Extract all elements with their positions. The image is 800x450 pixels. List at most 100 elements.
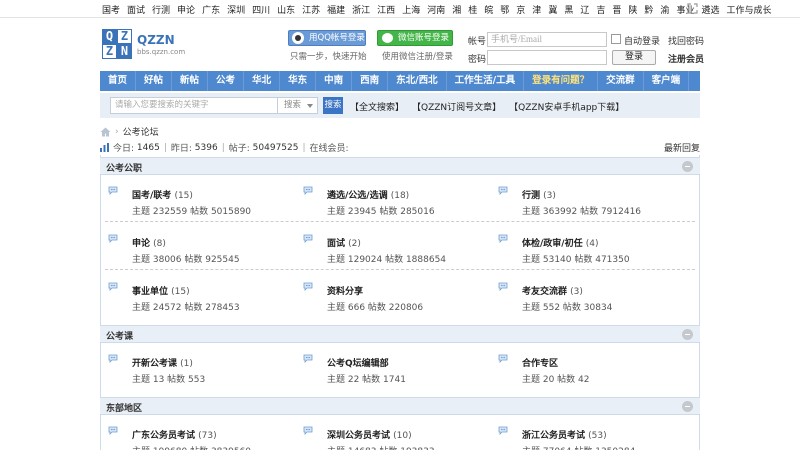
account-input[interactable]: 手机号/Email	[487, 32, 607, 47]
forum-stats-text: 主题 77064 帖数 1350284	[522, 444, 635, 450]
forum-name-link[interactable]: 行测 (3)	[522, 188, 556, 201]
nav-item[interactable]: 交流群	[598, 71, 644, 91]
region-link[interactable]: 福建	[327, 3, 345, 16]
nav-item[interactable]: 登录有问题？	[524, 71, 599, 91]
register-link[interactable]: 注册会员	[668, 52, 704, 65]
collapse-icon[interactable]	[682, 329, 693, 340]
region-link[interactable]: 申论	[177, 3, 195, 16]
region-links: 国考 面试 行测 申论 广东 深圳 四川 山东 江苏 福建 浙江 江西 上海 河南湘桂皖鄂京津冀黑辽吉晋陕…	[102, 3, 771, 16]
section-title[interactable]: 东部地区	[106, 401, 142, 414]
forum-bubble-icon	[108, 234, 118, 243]
region-link[interactable]: 遴选	[701, 3, 719, 16]
nav-item[interactable]: 首页	[100, 71, 137, 91]
latest-replies-link[interactable]: 最新回复	[664, 141, 700, 154]
region-link[interactable]: 河南	[427, 3, 445, 16]
forum-name-link[interactable]: 申论 (8)	[132, 236, 166, 249]
forum-name-link[interactable]: 遴选/公选/选调 (18)	[327, 188, 409, 201]
nav-item[interactable]: 华东	[280, 71, 317, 91]
region-link[interactable]: 皖	[484, 3, 493, 16]
region-link[interactable]: 京	[516, 3, 525, 16]
forum-name-link[interactable]: 开新公考课 (1)	[132, 356, 193, 369]
forum-name-link[interactable]: 事业单位 (15)	[132, 284, 190, 297]
nav-item[interactable]: 好帖	[136, 71, 173, 91]
search-type-select[interactable]: 搜索	[278, 97, 318, 114]
forum-name-link[interactable]: 资料分享	[327, 284, 363, 297]
home-icon[interactable]	[100, 127, 111, 137]
forum-name-link[interactable]: 深圳公务员考试 (10)	[327, 428, 412, 441]
region-link[interactable]: 面试	[127, 3, 145, 16]
nav-item[interactable]: 中南	[316, 71, 353, 91]
qq-login-button[interactable]: 用QQ帐号登录	[288, 30, 366, 46]
logo-name[interactable]: QZZN	[137, 33, 175, 47]
collapse-icon[interactable]	[682, 401, 693, 412]
region-link[interactable]: 桂	[468, 3, 477, 16]
region-link[interactable]: 江西	[377, 3, 395, 16]
search-input[interactable]: 请输入您要搜索的关键字	[110, 97, 278, 114]
forum-name-link[interactable]: 面试 (2)	[327, 236, 361, 249]
forum-name-link[interactable]: 体检/政审/初任 (4)	[522, 236, 598, 249]
nav-item[interactable]: 公考	[208, 71, 245, 91]
region-link[interactable]: 行测	[152, 3, 170, 16]
region-link[interactable]: 深圳	[227, 3, 245, 16]
forum-name-link[interactable]: 浙江公务员考试 (53)	[522, 428, 607, 441]
region-link[interactable]: 山东	[277, 3, 295, 16]
recover-password-link[interactable]: 找回密码	[668, 34, 704, 47]
nav-item[interactable]: 工作生活/工具	[447, 71, 525, 91]
nav-item[interactable]: 东北/西北	[388, 71, 447, 91]
quick-link[interactable]: 【QZZN订阅号文章】	[412, 100, 501, 113]
region-link[interactable]: 广东	[202, 3, 220, 16]
header: Q Z Z N QZZN bbs.qzzn.com 用QQ帐号登录 只需一步，快…	[0, 19, 800, 69]
chevron-right-icon: ›	[115, 126, 119, 137]
wechat-login-button[interactable]: 微信账号登录	[377, 30, 453, 46]
auto-login-checkbox[interactable]	[611, 34, 621, 44]
search-button[interactable]: 搜索	[323, 97, 343, 114]
forum-name-link[interactable]: 国考/联考 (15)	[132, 188, 193, 201]
collapse-icon[interactable]	[682, 161, 693, 172]
password-input[interactable]	[487, 50, 607, 65]
region-link[interactable]: 黑	[564, 3, 573, 16]
nav-item[interactable]: 华北	[244, 71, 281, 91]
breadcrumb-current[interactable]: 公考论坛	[123, 125, 159, 138]
online-members-link[interactable]: 在线会员:	[310, 141, 349, 154]
region-link[interactable]: 浙江	[352, 3, 370, 16]
region-link[interactable]: 晋	[612, 3, 621, 16]
region-link[interactable]: 湘	[452, 3, 461, 16]
row-divider	[105, 269, 695, 270]
bar-chart-icon	[100, 143, 109, 152]
auto-login-label: 自动登录	[624, 37, 661, 47]
region-link[interactable]: 工作与成长	[726, 3, 771, 16]
forum-name-link[interactable]: 广东公务员考试 (73)	[132, 428, 217, 441]
forum-bubble-icon	[108, 426, 118, 435]
forum-name-link[interactable]: 公考Q坛编辑部	[327, 356, 389, 369]
region-link[interactable]: 江苏	[302, 3, 320, 16]
region-link[interactable]: 上海	[402, 3, 420, 16]
forum-name-link[interactable]: 考友交流群 (3)	[522, 284, 583, 297]
logo[interactable]: Q Z Z N	[102, 29, 132, 59]
section-title[interactable]: 公考公职	[106, 161, 142, 174]
nav-item[interactable]: 客户端	[644, 71, 690, 91]
region-link[interactable]: 渝	[660, 3, 669, 16]
nav-item[interactable]: 西南	[352, 71, 389, 91]
forum-name: 开新公考课	[132, 359, 178, 369]
forum-stats-text: 主题 232559 帖数 5015890	[132, 207, 252, 217]
forum-name-link[interactable]: 合作专区	[522, 356, 558, 369]
quick-link[interactable]: 【全文搜索】	[350, 100, 404, 113]
region-link[interactable]: 津	[532, 3, 541, 16]
region-link[interactable]: 吉	[596, 3, 605, 16]
region-link[interactable]: 黔	[644, 3, 653, 16]
region-link[interactable]: 鄂	[500, 3, 509, 16]
forum-item: 面试 (2) 主题 129024 帖数 1888654	[303, 231, 498, 271]
expand-icon[interactable]	[687, 3, 698, 14]
region-link[interactable]: 陕	[628, 3, 637, 16]
login-button[interactable]: 登录	[612, 50, 656, 65]
quick-link[interactable]: 【QZZN安卓手机app下载】	[509, 100, 624, 113]
row-divider	[105, 221, 695, 222]
region-link[interactable]: 四川	[252, 3, 270, 16]
section-title[interactable]: 公考课	[106, 329, 133, 342]
forum-new-count: (18)	[390, 191, 410, 201]
forum-bubble-icon	[498, 426, 508, 435]
region-link[interactable]: 国考	[102, 3, 120, 16]
region-link[interactable]: 冀	[548, 3, 557, 16]
nav-item[interactable]: 新帖	[172, 71, 209, 91]
region-link[interactable]: 辽	[580, 3, 589, 16]
